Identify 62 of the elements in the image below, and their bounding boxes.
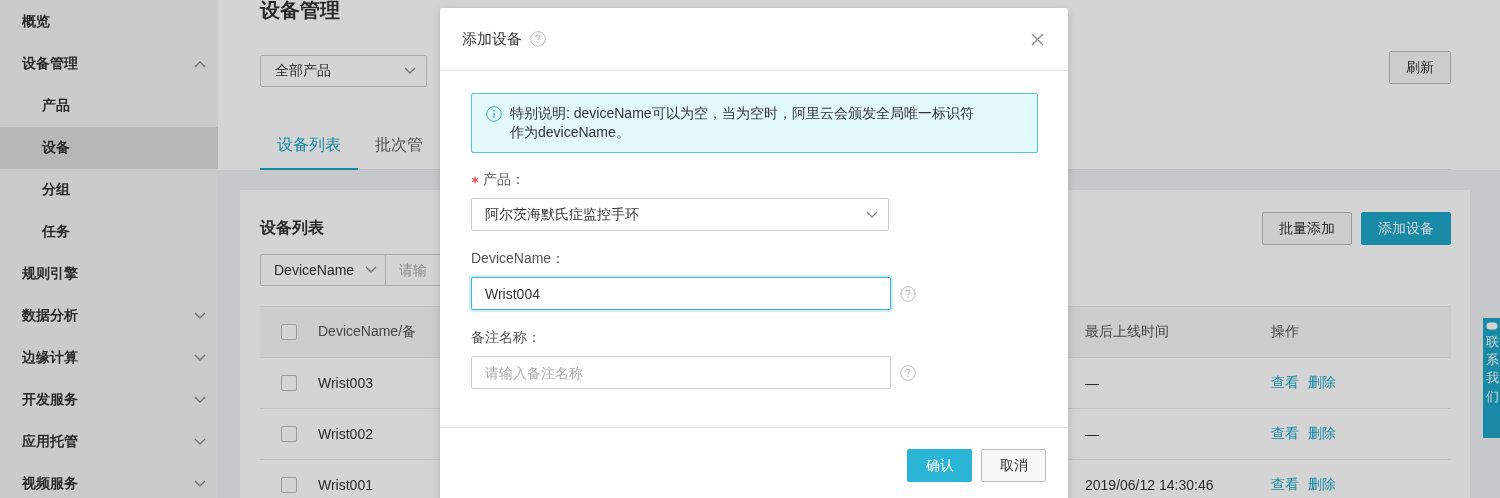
info-icon [486, 106, 502, 122]
sidebar-item-label: 数据分析 [22, 307, 78, 325]
sidebar-subitem[interactable]: 设备 [0, 127, 218, 169]
field-label: DeviceName： [471, 250, 566, 268]
page-title: 设备管理 [260, 0, 341, 23]
chevron-icon [194, 438, 206, 446]
checkbox[interactable] [281, 477, 297, 493]
sidebar-subitem[interactable]: 产品 [0, 85, 218, 127]
table-cell: — [1085, 375, 1099, 391]
sidebar-item-label: 开发服务 [22, 391, 78, 409]
dialog-title: 添加设备 [462, 29, 522, 49]
sidebar-item[interactable]: 设备管理 [0, 43, 218, 85]
sidebar-subitem[interactable]: 任务 [0, 211, 218, 253]
chevron-icon [866, 210, 878, 219]
refresh-button[interactable]: 刷新 [1389, 51, 1451, 84]
chevron-icon [194, 312, 206, 320]
field-label: 产品： [483, 171, 525, 189]
sidebar-item[interactable]: 视频服务 [0, 463, 218, 498]
help-icon[interactable] [900, 364, 916, 381]
table-cell: — [1085, 426, 1099, 442]
sidebar-item[interactable]: 数据分析 [0, 295, 218, 337]
chevron-icon [365, 266, 377, 274]
tab[interactable]: 批次管 [358, 122, 440, 170]
chevron-icon [194, 354, 206, 362]
sidebar-item-label: 应用托管 [22, 433, 78, 451]
table-cell: Wrist001 [318, 477, 373, 493]
input-field[interactable]: 请输入备注名称 [471, 356, 891, 389]
sidebar-subitem[interactable]: 分组 [0, 169, 218, 211]
sidebar-item[interactable]: 概览 [0, 1, 218, 43]
column-header: DeviceName/备 [318, 323, 417, 341]
table-cell: Wrist003 [318, 375, 373, 391]
column-header: 最后上线时间 [1085, 323, 1169, 341]
card-title: 设备列表 [260, 218, 324, 238]
field-label: 备注名称： [471, 329, 541, 347]
chevron-icon [194, 480, 206, 488]
column-header: 操作 [1271, 323, 1299, 341]
chevron-up-icon [194, 60, 206, 68]
chat-icon [1486, 322, 1498, 330]
help-icon[interactable] [900, 285, 916, 302]
table-cell: Wrist002 [318, 426, 373, 442]
cancel-button[interactable]: 取消 [981, 449, 1046, 482]
notice-text: 特别说明: deviceName可以为空，当为空时，阿里云会颁发全局唯一标识符作为deviceName。 [510, 104, 975, 142]
chevron-icon [194, 396, 206, 404]
sidebar-item[interactable]: 开发服务 [0, 379, 218, 421]
sidebar-item[interactable]: 规则引擎 [0, 253, 218, 295]
sidebar-item[interactable]: 边缘计算 [0, 337, 218, 379]
checkbox[interactable] [281, 324, 297, 340]
sidebar-item-label: 设备管理 [22, 55, 78, 73]
checkbox[interactable] [281, 426, 297, 442]
product-select[interactable]: 阿尔茨海默氏症监控手环 [471, 198, 889, 231]
close-icon[interactable] [1031, 32, 1044, 46]
input-field[interactable]: Wrist004 [471, 277, 891, 310]
table-cell: 2019/06/12 14:30:46 [1085, 477, 1214, 493]
product-select[interactable]: 全部产品 [260, 55, 427, 87]
search-field-select[interactable]: DeviceName [260, 254, 386, 286]
batch-add-button[interactable]: 批量添加 [1262, 212, 1352, 245]
chevron-icon [404, 67, 416, 75]
sidebar-item-label: 视频服务 [22, 475, 78, 493]
checkbox[interactable] [281, 375, 297, 391]
sidebar-item[interactable]: 应用托管 [0, 421, 218, 463]
sidebar-item-label: 边缘计算 [22, 349, 78, 367]
help-icon[interactable] [530, 31, 546, 47]
